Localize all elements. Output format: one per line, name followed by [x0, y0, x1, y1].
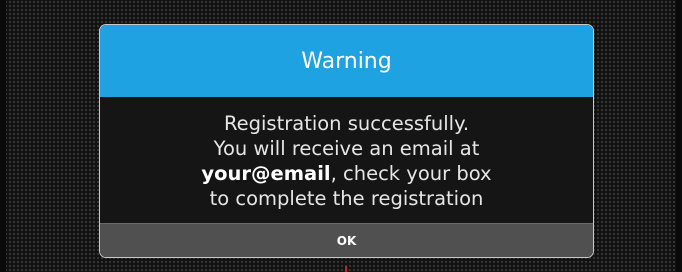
dialog-title: Warning	[301, 48, 392, 74]
dialog-message: Registration successfully. You will rece…	[100, 97, 593, 224]
ok-button-label: OK	[336, 233, 357, 248]
message-line-2: You will receive an email at	[213, 137, 480, 160]
warning-dialog: Warning Registration successfully. You w…	[99, 24, 594, 258]
ok-button[interactable]: OK	[100, 223, 593, 257]
left-frame-edge	[0, 0, 6, 272]
message-line-1: Registration successfully.	[223, 112, 470, 135]
message-line-3-suffix: , check your box	[330, 162, 492, 185]
dialog-header: Warning	[100, 25, 593, 97]
right-frame-edge	[676, 0, 682, 272]
email-address: your@email	[201, 162, 331, 185]
message-line-3: your@email, check your box	[201, 161, 491, 186]
background-red-marker	[345, 266, 347, 272]
message-line-4: to complete the registration	[209, 187, 484, 210]
